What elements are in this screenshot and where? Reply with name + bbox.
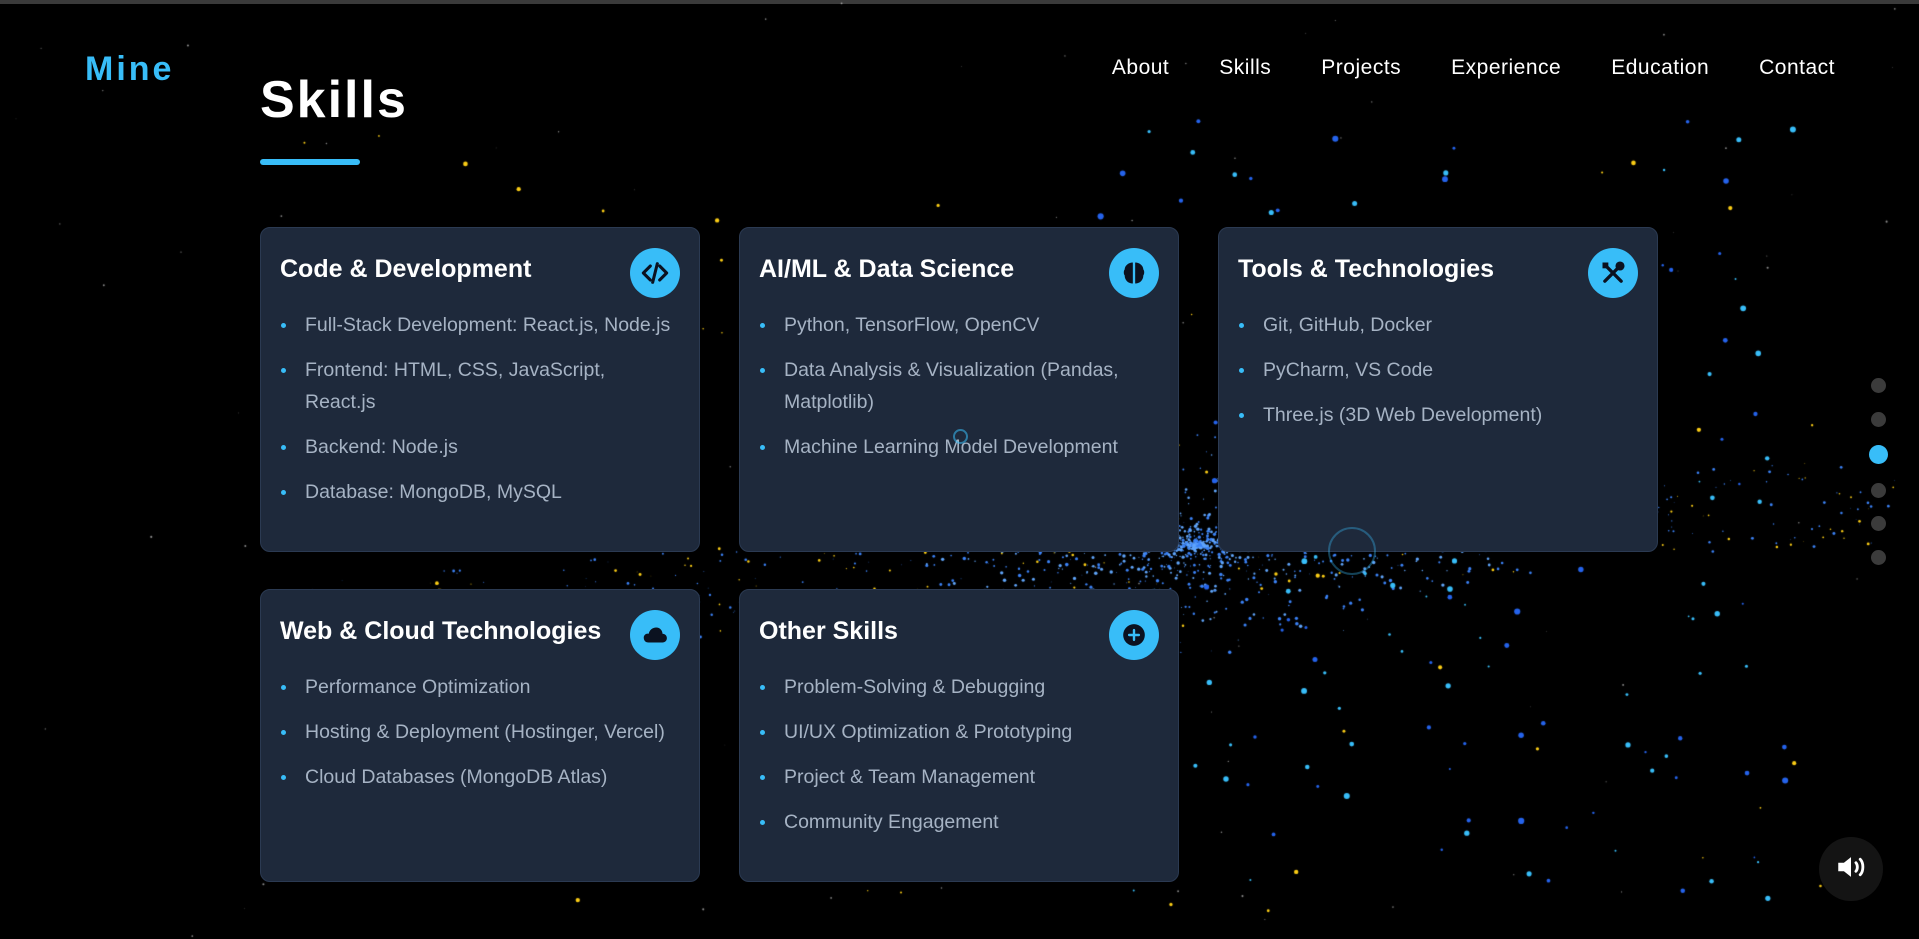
cloud-icon [630, 610, 680, 660]
list-item: Hosting & Deployment (Hostinger, Vercel) [280, 716, 679, 748]
nav-link-education[interactable]: Education [1611, 56, 1709, 80]
section-title: Skills [260, 71, 408, 129]
list-item: Python, TensorFlow, OpenCV [759, 309, 1158, 341]
skill-list: Full-Stack Development: React.js, Node.j… [280, 309, 679, 508]
list-item: Problem-Solving & Debugging [759, 671, 1158, 703]
nav-link-experience[interactable]: Experience [1451, 56, 1561, 80]
section-dot[interactable] [1871, 411, 1886, 427]
section-dot[interactable] [1871, 516, 1886, 531]
site-logo[interactable]: Mine [85, 50, 174, 89]
list-item: Three.js (3D Web Development) [1238, 399, 1637, 431]
card-title: Tools & Technologies [1238, 255, 1495, 283]
section-dot[interactable] [1871, 549, 1886, 565]
skill-card-ai-ml: AI/ML & Data Science Python, TensorFlow,… [739, 227, 1179, 552]
list-item: Git, GitHub, Docker [1238, 309, 1637, 341]
card-title: Other Skills [759, 617, 898, 645]
card-title: Code & Development [280, 255, 532, 283]
volume-icon [1834, 850, 1868, 889]
main-nav: About Skills Projects Experience Educati… [1112, 56, 1835, 80]
section-dot[interactable] [1871, 482, 1886, 498]
list-item: Full-Stack Development: React.js, Node.j… [280, 309, 679, 341]
card-title: AI/ML & Data Science [759, 255, 1015, 283]
list-item: Backend: Node.js [280, 431, 679, 463]
section-dots [1868, 378, 1888, 583]
skill-list: Problem-Solving & Debugging UI/UX Optimi… [759, 671, 1158, 838]
nav-link-skills[interactable]: Skills [1219, 56, 1271, 80]
list-item: Community Engagement [759, 806, 1158, 838]
list-item: Project & Team Management [759, 761, 1158, 793]
sound-toggle-button[interactable] [1819, 837, 1883, 901]
nav-link-about[interactable]: About [1112, 56, 1169, 80]
cursor-ring-large [1328, 527, 1376, 575]
skill-card-other: Other Skills Problem-Solving & Debugging… [739, 589, 1179, 882]
nav-link-projects[interactable]: Projects [1321, 56, 1401, 80]
list-item: Performance Optimization [280, 671, 679, 703]
skill-card-tools: Tools & Technologies Git, GitHub, Docker… [1218, 227, 1658, 552]
skill-card-code: Code & Development Full-Stack Developmen… [260, 227, 700, 552]
skill-card-web-cloud: Web & Cloud Technologies Performance Opt… [260, 589, 700, 882]
skill-list: Git, GitHub, Docker PyCharm, VS Code Thr… [1238, 309, 1637, 431]
card-title: Web & Cloud Technologies [280, 617, 602, 645]
list-item: Database: MongoDB, MySQL [280, 476, 679, 508]
nav-link-contact[interactable]: Contact [1759, 56, 1835, 80]
code-icon [630, 248, 680, 298]
tools-icon [1588, 248, 1638, 298]
list-item: UI/UX Optimization & Prototyping [759, 716, 1158, 748]
list-item: Frontend: HTML, CSS, JavaScript, React.j… [280, 354, 679, 418]
section-dot-active[interactable] [1869, 445, 1888, 464]
section-dot[interactable] [1871, 378, 1886, 393]
title-underline [260, 159, 360, 165]
list-item: PyCharm, VS Code [1238, 354, 1637, 386]
cursor-ring-small [953, 429, 968, 444]
skill-list: Performance Optimization Hosting & Deplo… [280, 671, 679, 793]
plus-circle-icon [1109, 610, 1159, 660]
brain-icon [1109, 248, 1159, 298]
list-item: Data Analysis & Visualization (Pandas, M… [759, 354, 1158, 418]
list-item: Cloud Databases (MongoDB Atlas) [280, 761, 679, 793]
